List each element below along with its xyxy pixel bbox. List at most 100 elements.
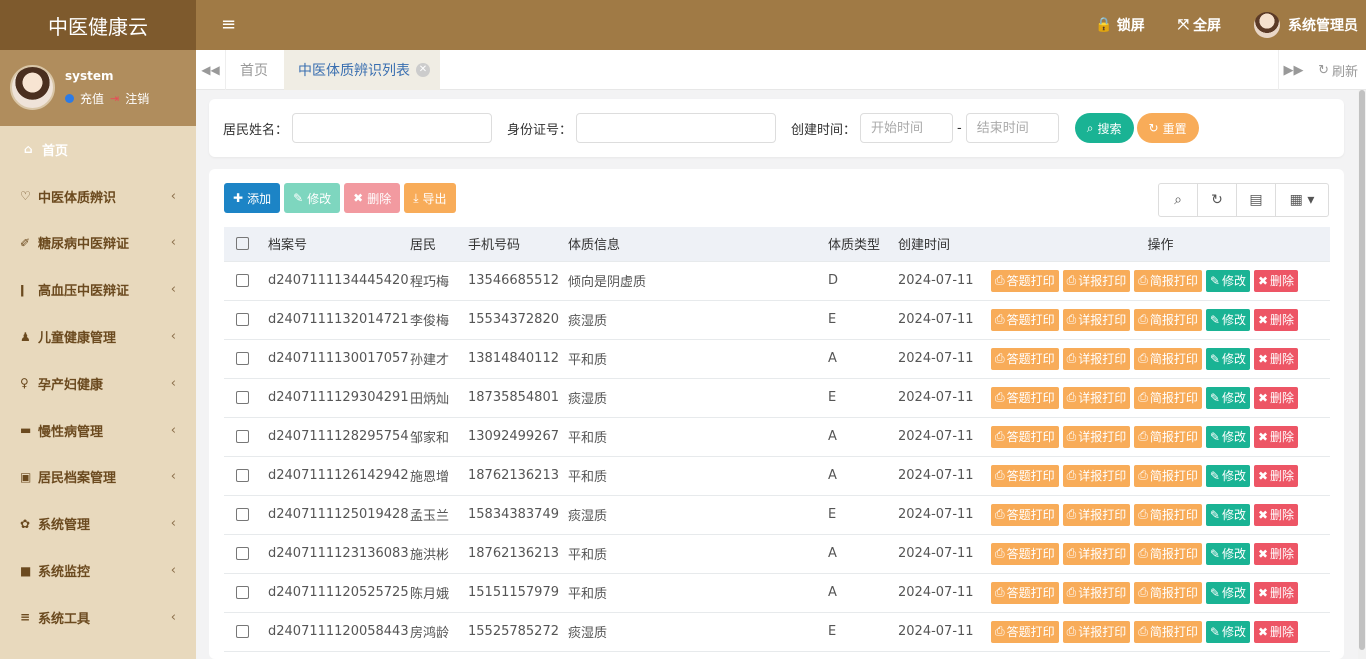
answer-print-button[interactable]: ⎙ 答题打印 [991, 425, 1059, 448]
table-row[interactable]: d2407111120058443 房鸿龄 15525785272 痰湿质 E 2024-… [224, 612, 1330, 652]
scrollbar-thumb[interactable] [1359, 90, 1365, 650]
lock-screen-button[interactable]: 🔒 锁屏 [1095, 15, 1144, 35]
detail-print-button[interactable]: ⎙ 详报打印 [1062, 425, 1131, 448]
detail-print-button[interactable]: ⎙ 详报打印 [1062, 308, 1131, 331]
row-edit-button[interactable]: ✎ 修改 [1205, 620, 1250, 643]
recharge-link[interactable]: 充值 [80, 90, 104, 107]
columns-button[interactable]: ▦ ▾ [1276, 184, 1328, 216]
row-checkbox[interactable] [236, 274, 249, 287]
row-delete-button[interactable]: ✖ 删除 [1253, 503, 1299, 526]
fullscreen-button[interactable]: ⤧ 全屏 [1178, 15, 1221, 35]
col-phone[interactable]: 手机号码 [468, 227, 568, 262]
toggle-view-button[interactable]: ▤ [1237, 184, 1276, 216]
row-select-cell[interactable] [224, 534, 268, 574]
table-row[interactable]: d2407111134445420 程巧梅 13546685512 倾向是阴虚质 D 20… [224, 261, 1330, 301]
brief-print-button[interactable]: ⎙ 简报打印 [1134, 269, 1202, 292]
close-icon[interactable]: ✕ [416, 63, 430, 77]
detail-print-button[interactable]: ⎙ 详报打印 [1062, 269, 1131, 292]
row-edit-button[interactable]: ✎ 修改 [1205, 464, 1250, 487]
row-checkbox[interactable] [236, 586, 249, 599]
brief-print-button[interactable]: ⎙ 简报打印 [1134, 425, 1202, 448]
start-time-input[interactable] [860, 113, 954, 143]
sidebar-item-child-health[interactable]: ♟ 儿童健康管理 ‹ [0, 313, 196, 360]
sidebar-item-system-monitor[interactable]: ■ 系统监控 ‹ [0, 547, 196, 594]
row-select-cell[interactable] [224, 573, 268, 613]
row-select-cell[interactable] [224, 495, 268, 535]
refresh-button[interactable]: ↻ 刷新 [1318, 50, 1358, 90]
row-delete-button[interactable]: ✖ 删除 [1253, 542, 1299, 565]
tab-constitution-list[interactable]: 中医体质辨识列表 ✕ [284, 50, 440, 90]
brief-print-button[interactable]: ⎙ 简报打印 [1134, 464, 1202, 487]
row-select-cell[interactable] [224, 456, 268, 496]
search-toggle-button[interactable]: ⌕ [1159, 184, 1198, 216]
row-checkbox[interactable] [236, 625, 249, 638]
tab-scroll-left-button[interactable]: ◀◀ [196, 50, 226, 90]
row-select-cell[interactable] [224, 612, 268, 652]
sidebar-item-constitution[interactable]: ♡ 中医体质辨识 ‹ [0, 173, 196, 220]
search-button[interactable]: ⌕ 搜索 [1074, 113, 1134, 143]
row-delete-button[interactable]: ✖ 删除 [1253, 464, 1299, 487]
col-constitution-type[interactable]: 体质类型 [828, 227, 898, 262]
answer-print-button[interactable]: ⎙ 答题打印 [991, 620, 1059, 643]
sidebar-item-diabetes[interactable]: ✐ 糖尿病中医辩证 ‹ [0, 220, 196, 267]
row-select-cell[interactable] [224, 378, 268, 418]
row-checkbox[interactable] [236, 313, 249, 326]
detail-print-button[interactable]: ⎙ 详报打印 [1062, 581, 1131, 604]
sidebar-item-maternal[interactable]: ♀ 孕产妇健康 ‹ [0, 360, 196, 407]
sidebar-item-system-admin[interactable]: ✿ 系统管理 ‹ [0, 500, 196, 547]
add-button[interactable]: ✚ 添加 [224, 183, 281, 213]
row-delete-button[interactable]: ✖ 删除 [1253, 620, 1299, 643]
answer-print-button[interactable]: ⎙ 答题打印 [991, 386, 1059, 409]
detail-print-button[interactable]: ⎙ 详报打印 [1062, 503, 1131, 526]
row-select-cell[interactable] [224, 417, 268, 457]
sidebar-item-hypertension[interactable]: ǀ 高血压中医辩证 ‹ [0, 266, 196, 313]
table-row[interactable]: d2407111129304291 田炳灿 18735854801 痰湿质 E 2024-… [224, 378, 1330, 418]
refresh-table-button[interactable]: ↻ [1198, 184, 1237, 216]
row-edit-button[interactable]: ✎ 修改 [1205, 503, 1250, 526]
row-edit-button[interactable]: ✎ 修改 [1205, 581, 1250, 604]
answer-print-button[interactable]: ⎙ 答题打印 [991, 503, 1059, 526]
row-checkbox[interactable] [236, 430, 249, 443]
edit-button[interactable]: ✎ 修改 [284, 183, 341, 213]
row-edit-button[interactable]: ✎ 修改 [1205, 425, 1250, 448]
col-create-time[interactable]: 创建时间 [898, 227, 991, 262]
hamburger-icon[interactable]: ≡ [221, 14, 236, 35]
brief-print-button[interactable]: ⎙ 简报打印 [1134, 542, 1202, 565]
resident-name-input[interactable] [292, 113, 493, 143]
end-time-input[interactable] [965, 113, 1059, 143]
user-menu[interactable]: 系统管理员 [1254, 12, 1358, 38]
row-checkbox[interactable] [236, 469, 249, 482]
table-row[interactable]: d2407111128295754 邹家和 13092499267 平和质 A 2024-… [224, 417, 1330, 457]
table-row[interactable]: d2407111130017057 孙建才 13814840112 平和质 A 2024-… [224, 339, 1330, 379]
sidebar-item-chronic[interactable]: ▬ 慢性病管理 ‹ [0, 407, 196, 454]
col-resident[interactable]: 居民 [410, 227, 468, 262]
answer-print-button[interactable]: ⎙ 答题打印 [991, 308, 1059, 331]
answer-print-button[interactable]: ⎙ 答题打印 [991, 464, 1059, 487]
brief-print-button[interactable]: ⎙ 简报打印 [1134, 581, 1202, 604]
row-checkbox[interactable] [236, 352, 249, 365]
row-delete-button[interactable]: ✖ 删除 [1253, 386, 1299, 409]
id-number-input[interactable] [576, 113, 777, 143]
delete-button[interactable]: ✖ 删除 [344, 183, 401, 213]
row-select-cell[interactable] [224, 261, 268, 301]
row-delete-button[interactable]: ✖ 删除 [1253, 425, 1299, 448]
row-delete-button[interactable]: ✖ 删除 [1253, 347, 1299, 370]
table-row[interactable]: d2407111123136083 施洪彬 18762136213 平和质 A 2024-… [224, 534, 1330, 574]
col-constitution-info[interactable]: 体质信息 [568, 227, 828, 262]
tab-home[interactable]: 首页 [240, 50, 268, 90]
detail-print-button[interactable]: ⎙ 详报打印 [1062, 347, 1131, 370]
col-record-id[interactable]: 档案号 [268, 227, 410, 262]
logout-link[interactable]: 注销 [125, 90, 149, 107]
sidebar-item-system-tools[interactable]: ≡ 系统工具 ‹ [0, 594, 196, 641]
row-edit-button[interactable]: ✎ 修改 [1205, 386, 1250, 409]
row-edit-button[interactable]: ✎ 修改 [1205, 542, 1250, 565]
table-row[interactable]: d2407111132014721 李俊梅 15534372820 痰湿质 E 2024-… [224, 300, 1330, 340]
detail-print-button[interactable]: ⎙ 详报打印 [1062, 386, 1131, 409]
brief-print-button[interactable]: ⎙ 简报打印 [1134, 347, 1202, 370]
brief-print-button[interactable]: ⎙ 简报打印 [1134, 620, 1202, 643]
reset-button[interactable]: ↻ 重置 [1136, 113, 1199, 143]
answer-print-button[interactable]: ⎙ 答题打印 [991, 581, 1059, 604]
detail-print-button[interactable]: ⎙ 详报打印 [1062, 620, 1131, 643]
answer-print-button[interactable]: ⎙ 答题打印 [991, 347, 1059, 370]
answer-print-button[interactable]: ⎙ 答题打印 [991, 542, 1059, 565]
